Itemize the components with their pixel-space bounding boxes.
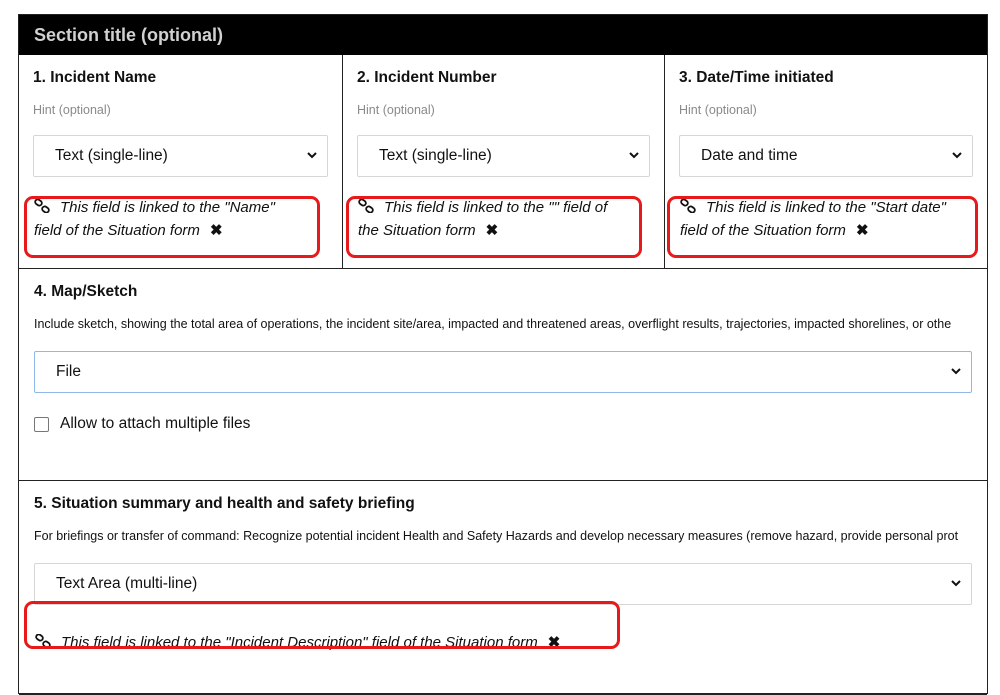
field-type-value: Text Area (multi-line) [56,575,198,592]
field-description[interactable]: Include sketch, showing the total area o… [34,317,972,335]
link-icon [35,634,51,648]
field-title[interactable]: 4. Map/Sketch [34,283,972,303]
close-icon[interactable]: ✖ [548,631,561,654]
field-row: 1. Incident Name Hint (optional) Text (s… [19,55,987,269]
field-type-select[interactable]: Text (single-line) [33,135,328,177]
field-type-select[interactable]: Text (single-line) [357,135,650,177]
field-date-time: 3. Date/Time initiated Hint (optional) D… [664,55,987,268]
link-icon [358,199,374,213]
link-text-line2: the Situation form [358,222,476,239]
chevron-down-icon [951,580,961,587]
field-incident-name: 1. Incident Name Hint (optional) Text (s… [19,55,342,268]
link-notice: This field is linked to the "Name" field… [33,196,328,242]
multiple-files-checkbox[interactable] [34,416,49,432]
field-type-select[interactable]: Text Area (multi-line) [34,563,972,605]
field-type-select[interactable]: Date and time [679,135,973,177]
field-title[interactable]: 1. Incident Name [33,69,328,89]
field-type-value: Text (single-line) [379,147,492,164]
field-title[interactable]: 3. Date/Time initiated [679,69,973,89]
field-situation-summary: 5. Situation summary and health and safe… [19,495,987,695]
close-icon[interactable]: ✖ [210,219,223,242]
link-text: This field is linked to the "Incident De… [61,634,538,651]
field-description[interactable]: For briefings or transfer of command: Re… [34,529,972,547]
field-type-value: Text (single-line) [55,147,168,164]
chevron-down-icon [952,152,962,159]
link-text-line2: field of the Situation form [34,222,200,239]
link-text-line2: field of the Situation form [680,222,846,239]
link-text-line1: This field is linked to the "" field of [384,199,608,216]
link-notice: This field is linked to the "Start date"… [679,196,973,242]
field-type-value: Date and time [701,147,798,164]
chevron-down-icon [951,368,961,375]
field-hint[interactable]: Hint (optional) [357,103,650,119]
chevron-down-icon [629,152,639,159]
link-icon [34,199,50,213]
close-icon[interactable]: ✖ [856,219,869,242]
field-map-sketch: 4. Map/Sketch Include sketch, showing th… [19,283,987,481]
multiple-files-option[interactable]: Allow to attach multiple files [34,415,972,433]
chevron-down-icon [307,152,317,159]
link-notice: This field is linked to the "Incident De… [34,631,972,654]
field-hint[interactable]: Hint (optional) [679,103,973,119]
link-text-line1: This field is linked to the "Start date" [706,199,946,216]
link-text-line1: This field is linked to the "Name" [60,199,275,216]
field-title[interactable]: 2. Incident Number [357,69,650,89]
link-icon [680,199,696,213]
checkbox-label: Allow to attach multiple files [60,415,251,432]
field-title[interactable]: 5. Situation summary and health and safe… [34,495,972,515]
link-notice: This field is linked to the "" field of … [357,196,650,242]
field-hint[interactable]: Hint (optional) [33,103,328,119]
field-type-value: File [56,363,81,380]
field-incident-number: 2. Incident Number Hint (optional) Text … [342,55,664,268]
section-title[interactable]: Section title (optional) [19,15,987,55]
field-type-select[interactable]: File [34,351,972,393]
close-icon[interactable]: ✖ [486,219,499,242]
form-section: Section title (optional) 1. Incident Nam… [18,14,988,695]
